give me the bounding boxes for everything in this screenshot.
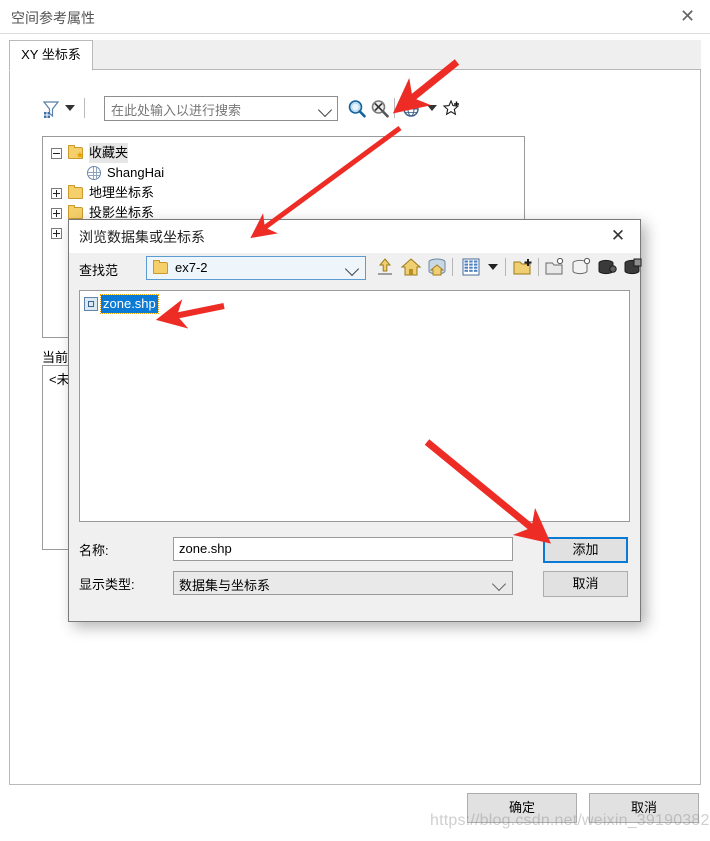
folder-icon [153,260,168,274]
favorites-folder-icon: ★ [68,145,84,160]
chevron-down-icon[interactable] [488,264,498,270]
new-database-connection-icon[interactable] [621,255,645,279]
close-icon[interactable]: ✕ [665,0,710,32]
tab-strip [9,40,701,70]
ok-button[interactable]: 确定 [467,793,577,823]
expand-expander-icon[interactable] [51,188,62,199]
search-input[interactable]: 在此处输入以进行搜索 [104,96,338,121]
search-history-caret-icon[interactable] [317,102,333,118]
star-icon: ★ [75,150,84,160]
dialog-title-bar: 浏览数据集或坐标系 ✕ [69,220,640,253]
folder-icon [68,185,83,199]
tree-item-favorites[interactable]: ★ 收藏夹 [43,143,524,163]
go-up-one-level-icon[interactable] [373,255,397,279]
list-item-label: zone.shp [100,294,159,314]
new-file-geodatabase-icon[interactable] [543,255,567,279]
close-icon[interactable]: ✕ [596,220,640,252]
look-in-label: 查找范 [79,263,119,278]
search-input-placeholder: 在此处输入以进行搜索 [111,103,242,118]
dialog-title: 浏览数据集或坐标系 [79,229,205,245]
expand-expander-icon[interactable] [51,208,62,219]
filter-icon[interactable] [40,98,62,120]
name-input-value: zone.shp [179,541,232,556]
new-folder-icon[interactable] [511,255,535,279]
tree-item-shanghai[interactable]: ShangHai [43,163,524,183]
toolbar-separator [538,258,539,276]
browse-dataset-or-coordinate-system-dialog: 浏览数据集或坐标系 ✕ 查找范 ex7-2 zone.shp 名称: zone.… [68,219,642,622]
toolbar-separator [394,98,395,118]
new-spatial-database-connection-icon[interactable] [595,255,619,279]
tree-item-label: 收藏夹 [89,143,129,163]
add-to-favorites-icon[interactable] [442,98,464,120]
shapefile-polygon-icon [84,297,98,311]
display-type-combobox[interactable]: 数据集与坐标系 [173,571,513,595]
tree-item-label: 地理坐标系 [89,185,155,200]
toolbar-separator [84,98,85,118]
filter-dropdown-caret-icon[interactable] [65,105,75,111]
cancel-button[interactable]: 取消 [589,793,699,823]
connect-to-folder-icon[interactable] [425,255,449,279]
window-title-bar: 空间参考属性 ✕ [0,0,710,34]
collapse-expander-icon[interactable] [51,148,62,159]
look-in-value: ex7-2 [175,260,208,275]
name-label: 名称: [79,543,109,558]
folder-icon [68,205,83,219]
file-list-view[interactable]: zone.shp [79,290,630,522]
clear-search-icon[interactable] [369,98,391,120]
expand-expander-icon[interactable] [51,228,62,239]
home-folder-icon[interactable] [399,255,423,279]
dialog-cancel-button[interactable]: 取消 [543,571,628,597]
search-icon[interactable] [346,98,368,120]
name-input[interactable]: zone.shp [173,537,513,561]
chevron-down-icon[interactable] [344,261,360,277]
toolbar-separator [452,258,453,276]
tab-xy-coordinate-system[interactable]: XY 坐标系 [9,40,93,71]
display-type-value: 数据集与坐标系 [179,578,271,593]
add-button[interactable]: 添加 [543,537,628,563]
search-toolbar: 在此处输入以进行搜索 [37,96,467,124]
page-title: 空间参考属性 [11,10,95,26]
toolbar-separator [505,258,506,276]
new-personal-geodatabase-icon[interactable] [569,255,593,279]
look-in-combobox[interactable]: ex7-2 [146,256,366,280]
display-type-label: 显示类型: [79,577,135,592]
globe-dropdown-caret-icon[interactable] [427,105,437,111]
tree-item-geographic-coordinate-systems[interactable]: 地理坐标系 [43,183,524,203]
list-view-icon[interactable] [459,255,483,279]
tree-item-label: ShangHai [107,165,165,180]
globe-icon[interactable] [401,98,423,120]
coordinate-system-globe-icon [87,166,101,180]
chevron-down-icon[interactable] [491,576,507,592]
